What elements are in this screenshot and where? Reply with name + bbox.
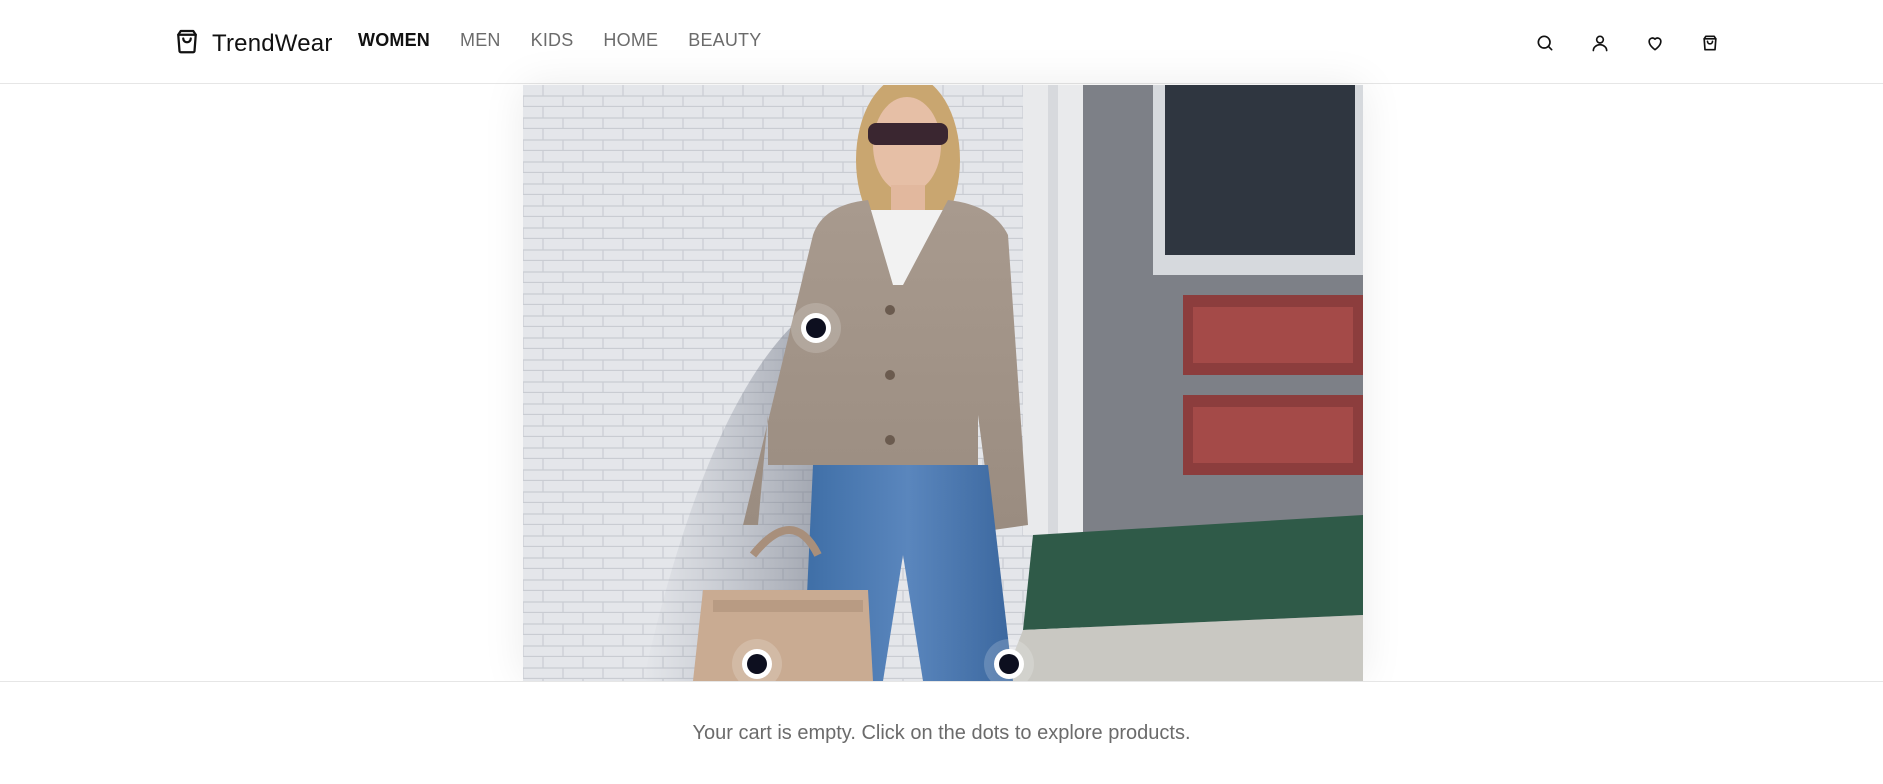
site-header: TrendWear WOMEN MEN KIDS HOME BEAUTY [0,0,1883,84]
main-nav: WOMEN MEN KIDS HOME BEAUTY [358,30,791,51]
nav-item-kids[interactable]: KIDS [531,30,574,51]
hotspot-jeans[interactable] [994,649,1024,679]
shopping-bag-icon [172,26,202,61]
nav-item-women[interactable]: WOMEN [358,30,430,51]
nav-item-home[interactable]: HOME [603,30,658,51]
outfit-photo [523,85,1363,681]
hotspot-handbag[interactable] [742,649,772,679]
nav-item-men[interactable]: MEN [460,30,501,51]
nav-item-beauty[interactable]: BEAUTY [688,30,761,51]
header-actions [1532,30,1752,56]
brand-name: TrendWear [212,29,333,57]
brand-logo[interactable]: TrendWear [172,26,333,61]
lookbook-image [523,85,1363,681]
heart-icon[interactable] [1642,30,1668,56]
cart-summary: Your cart is empty. Click on the dots to… [0,681,1883,784]
search-icon[interactable] [1532,30,1558,56]
empty-cart-message: Your cart is empty. Click on the dots to… [692,722,1191,744]
user-icon[interactable] [1587,30,1613,56]
cart-icon[interactable] [1697,30,1723,56]
hotspot-cardigan[interactable] [801,313,831,343]
